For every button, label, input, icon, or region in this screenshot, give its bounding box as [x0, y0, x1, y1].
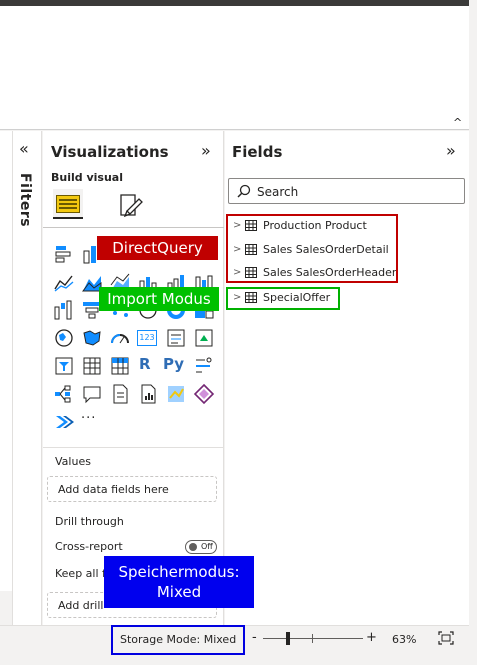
toggle-knob — [189, 543, 197, 551]
filters-pane-collapsed[interactable]: « Filters — [12, 131, 42, 625]
scrollbar[interactable] — [469, 0, 477, 665]
filled-map-icon[interactable] — [81, 327, 103, 349]
card-icon[interactable]: 123 — [137, 330, 157, 346]
power-apps-icon[interactable] — [193, 383, 215, 405]
directquery-highlight-box — [226, 214, 398, 283]
canvas-edge — [0, 131, 12, 591]
import-highlight-box — [226, 287, 340, 310]
fit-to-page-icon[interactable] — [438, 631, 454, 645]
search-placeholder: Search — [257, 185, 299, 199]
visualizations-title: Visualizations — [51, 143, 169, 161]
fields-title: Fields — [232, 143, 283, 161]
zoom-in-button[interactable]: + — [366, 630, 377, 645]
paginated-report-icon[interactable] — [137, 383, 159, 405]
waterfall-chart-icon[interactable] — [53, 299, 75, 321]
more-visuals-icon[interactable]: ··· — [81, 411, 103, 433]
r-script-visual-icon[interactable]: R — [139, 355, 161, 377]
viz-divider — [43, 227, 224, 228]
directquery-annotation: DirectQuery — [97, 236, 218, 260]
cross-report-toggle[interactable]: Off — [185, 540, 217, 554]
storage-annotation-line1: Speichermodus: — [118, 563, 240, 581]
fields-search-input[interactable]: Search — [228, 178, 465, 204]
key-influencers-icon[interactable] — [193, 355, 215, 377]
import-annotation: Import Modus — [99, 287, 219, 311]
expand-filters-icon[interactable]: « — [19, 139, 29, 158]
cross-report-label: Cross-report — [55, 540, 123, 553]
values-label: Values — [55, 455, 91, 468]
storage-mode-annotation: Speichermodus: Mixed — [104, 556, 254, 608]
storage-annotation-line2: Mixed — [156, 583, 202, 601]
build-visual-icon — [56, 195, 80, 213]
search-icon — [237, 184, 251, 198]
table-visual-icon[interactable] — [81, 355, 103, 377]
matrix-icon[interactable] — [109, 355, 131, 377]
arcgis-map-icon[interactable] — [165, 383, 187, 405]
build-visual-tab[interactable] — [53, 189, 83, 219]
toggle-state: Off — [201, 542, 213, 551]
decomposition-tree-icon[interactable] — [53, 383, 75, 405]
slicer-icon[interactable] — [53, 355, 75, 377]
power-automate-icon[interactable] — [53, 411, 75, 433]
collapse-fields-icon[interactable]: » — [446, 141, 456, 160]
multi-row-card-icon[interactable] — [165, 327, 187, 349]
map-icon[interactable] — [53, 327, 75, 349]
python-visual-icon[interactable]: Py — [163, 355, 189, 377]
zoom-slider-track[interactable] — [263, 638, 363, 639]
qna-icon[interactable] — [81, 383, 103, 405]
collapse-pane-icon[interactable]: ^ — [453, 116, 462, 129]
drill-through-label: Drill through — [55, 515, 124, 528]
values-drop-zone[interactable]: Add data fields here — [47, 476, 217, 502]
fields-pane: Fields » Search > Production Product > S… — [225, 131, 469, 625]
keep-all-filters-label: Keep all f — [55, 567, 106, 580]
stacked-bar-chart-icon[interactable] — [53, 243, 75, 265]
build-visual-label: Build visual — [51, 171, 123, 184]
zoom-percent: 63% — [392, 633, 417, 646]
kpi-icon[interactable] — [193, 327, 215, 349]
storage-mode-highlight-box — [111, 625, 245, 655]
fields-wells-divider — [43, 447, 224, 448]
filters-label[interactable]: Filters — [17, 173, 33, 227]
smart-narrative-icon[interactable] — [109, 383, 131, 405]
format-visual-tab[interactable] — [117, 191, 145, 219]
line-chart-icon[interactable] — [53, 271, 75, 293]
format-paintbrush-icon — [120, 194, 143, 218]
values-placeholder: Add data fields here — [58, 483, 169, 496]
zoom-out-button[interactable]: - — [252, 630, 257, 645]
zoom-slider-midmark — [312, 634, 313, 643]
drill-placeholder: Add drill- — [58, 599, 108, 612]
gauge-icon[interactable] — [109, 327, 131, 349]
collapse-visualizations-icon[interactable]: » — [201, 141, 211, 160]
report-canvas[interactable] — [0, 6, 469, 130]
zoom-slider-thumb[interactable] — [286, 632, 290, 645]
visualizations-pane: Visualizations » Build visual 123 R Py ·… — [43, 131, 224, 625]
